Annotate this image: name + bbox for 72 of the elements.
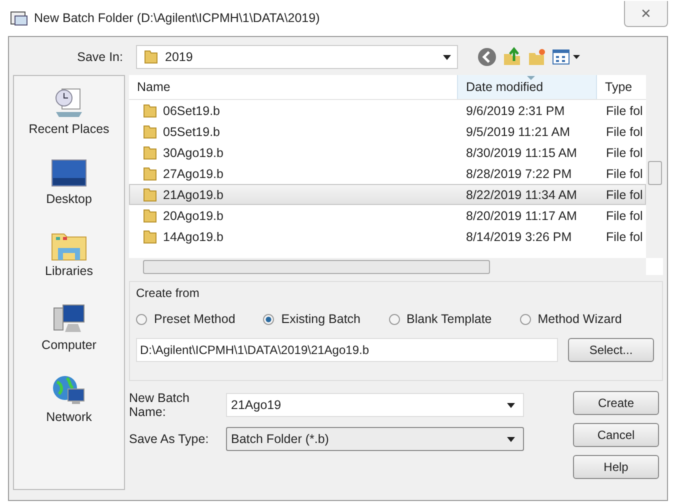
folder-icon [142, 124, 158, 140]
dialog-button[interactable]: Cancel [573, 423, 659, 447]
file-row[interactable]: 21Ago19.b 8/22/2019 11:34 AM File fol [129, 184, 646, 205]
dialog-button[interactable]: Help [573, 455, 659, 479]
horizontal-scrollbar[interactable] [129, 258, 646, 275]
select-button[interactable]: Select... [568, 338, 654, 362]
caret-icon [507, 402, 515, 408]
folder-icon [142, 102, 158, 118]
up-folder-icon[interactable] [502, 47, 522, 67]
new-batch-name-label: New Batch Name: [129, 391, 190, 419]
date-modified: 8/28/2019 7:22 PM [466, 166, 572, 180]
new-folder-icon[interactable] [527, 47, 547, 67]
date-modified: 9/6/2019 2:31 PM [466, 104, 565, 118]
file-type: File fol [606, 166, 643, 180]
radio-option[interactable]: Blank Template [388, 312, 492, 326]
dialog-button[interactable]: Create [573, 391, 659, 415]
back-icon[interactable] [477, 47, 497, 67]
file-name: 27Ago19.b [163, 166, 224, 180]
save-in-label: Save In: [76, 50, 124, 64]
file-type: File fol [606, 124, 643, 138]
file-name: 20Ago19.b [163, 208, 224, 222]
folder-icon [142, 228, 158, 244]
date-modified: 8/20/2019 11:17 AM [466, 208, 577, 222]
file-row[interactable]: 27Ago19.b 8/28/2019 7:22 PM File fol [129, 163, 646, 184]
save-as-type-label: Save As Type: [129, 432, 210, 446]
folder-icon [142, 144, 158, 160]
folder-icon [142, 166, 158, 182]
file-name: 06Set19.b [163, 104, 220, 118]
radio-option[interactable]: Method Wizard [520, 312, 622, 326]
file-row[interactable]: 05Set19.b 9/5/2019 11:21 AM File fol [129, 121, 646, 142]
file-row[interactable]: 30Ago19.b 8/30/2019 11:15 AM File fol [129, 142, 646, 163]
column-header[interactable]: Date modified [457, 75, 597, 99]
path-field[interactable]: D:\Agilent\ICPMH\1\DATA\2019\21Ago19.b [136, 338, 558, 362]
caret-icon [443, 54, 451, 60]
caret-icon [507, 436, 515, 442]
close-button[interactable]: ✕ [624, 1, 668, 27]
dialog-icon [10, 10, 28, 26]
folder-icon [143, 49, 159, 65]
sort-arrow-icon [527, 76, 535, 80]
file-name: 05Set19.b [163, 124, 220, 138]
column-header[interactable]: Name [129, 75, 457, 99]
view-menu-icon[interactable] [552, 47, 582, 67]
file-name: 30Ago19.b [163, 146, 224, 160]
file-name: 21Ago19.b [163, 188, 224, 202]
place-item[interactable]: Computer [42, 302, 96, 368]
folder-icon [142, 186, 158, 202]
file-type: File fol [606, 230, 643, 244]
window-title: New Batch Folder (D:\Agilent\ICPMH\1\DATA\2019) [34, 11, 320, 25]
place-item[interactable]: Network [46, 374, 92, 440]
save-in-dropdown[interactable]: 2019 [136, 45, 458, 69]
date-modified: 8/22/2019 11:34 AM [466, 188, 577, 202]
file-row[interactable]: 20Ago19.b 8/20/2019 11:17 AM File fol [129, 205, 646, 226]
file-type: File fol [606, 104, 643, 118]
file-type: File fol [606, 188, 643, 202]
place-item[interactable]: Libraries [45, 230, 93, 296]
file-row[interactable]: 14Ago19.b 8/14/2019 3:26 PM File fol [129, 226, 646, 247]
group-title: Create from [136, 286, 200, 300]
radio-option[interactable]: Preset Method [136, 312, 236, 326]
folder-icon [142, 208, 158, 224]
file-type: File fol [606, 146, 643, 160]
radio-option[interactable]: Existing Batch [263, 312, 361, 326]
date-modified: 9/5/2019 11:21 AM [466, 124, 570, 138]
file-type: File fol [606, 208, 643, 222]
file-name: 14Ago19.b [163, 230, 224, 244]
column-header[interactable]: Type [597, 75, 646, 99]
place-item[interactable]: Desktop [46, 158, 92, 224]
date-modified: 8/30/2019 11:15 AM [466, 146, 577, 160]
date-modified: 8/14/2019 3:26 PM [466, 230, 572, 244]
save-as-type-dropdown[interactable]: Batch Folder (*.b) [226, 427, 524, 451]
place-item[interactable]: Recent Places [28, 86, 110, 152]
new-batch-name-field[interactable]: 21Ago19 [226, 393, 524, 417]
file-row[interactable]: 06Set19.b 9/6/2019 2:31 PM File fol [129, 100, 646, 121]
